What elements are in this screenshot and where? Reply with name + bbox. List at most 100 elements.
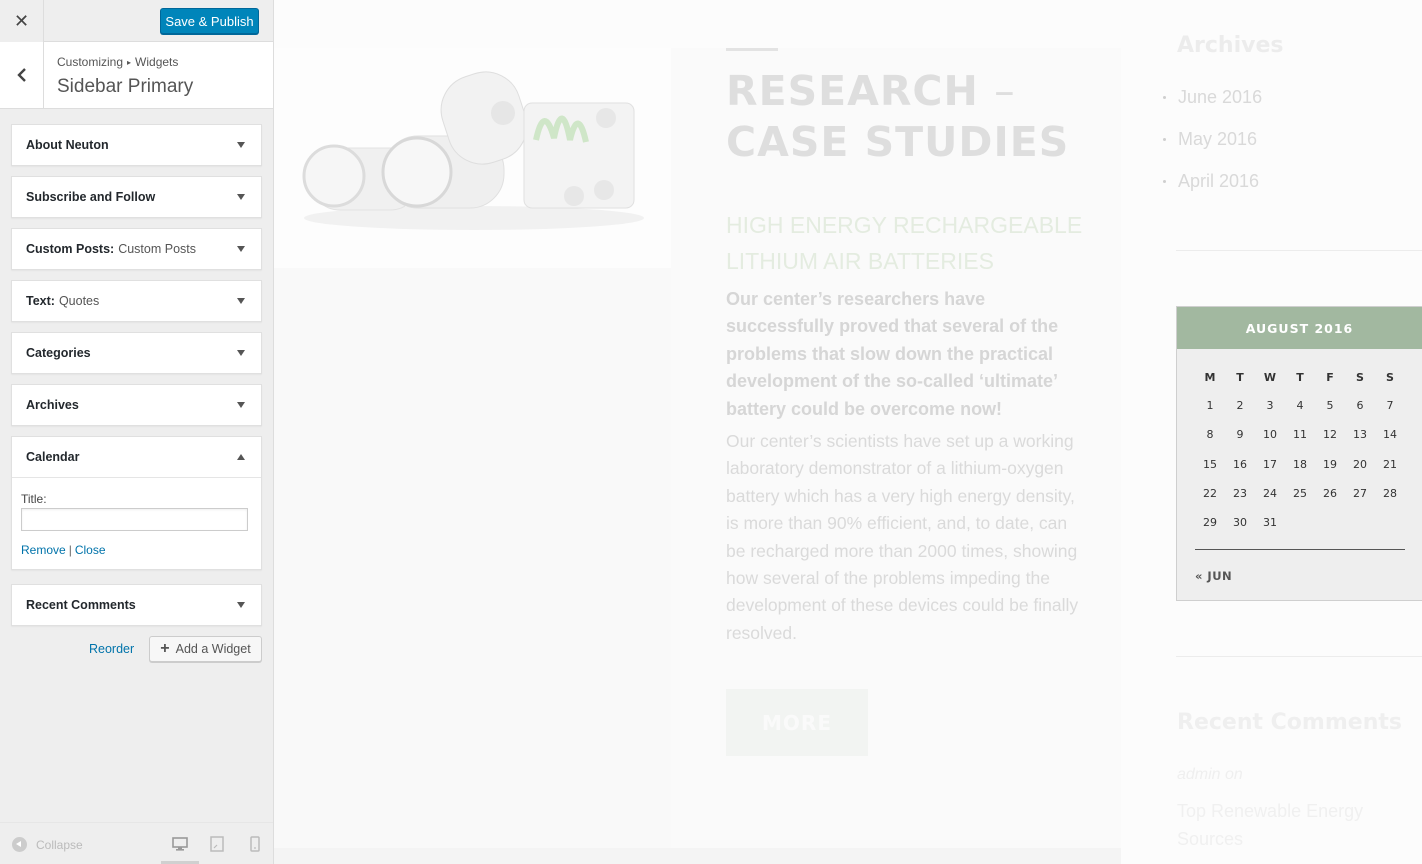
widget-calendar[interactable]: Calendar Title: Remove | Close <box>11 436 262 570</box>
widget-title: Categories <box>26 346 91 360</box>
collapse-button[interactable]: Collapse <box>12 837 83 852</box>
post-title-line2: CASE STUDIES <box>726 118 1070 166</box>
calendar-day: 30 <box>1233 516 1247 530</box>
calendar-day: 31 <box>1263 516 1277 530</box>
weekday: T <box>1296 370 1304 384</box>
collapse-label: Collapse <box>36 837 83 852</box>
calendar-week-row: 29 30 31 <box>1195 508 1405 537</box>
widget-header[interactable]: Text: Quotes <box>12 281 261 321</box>
close-widget-link[interactable]: Close <box>75 543 106 557</box>
calendar-day: 12 <box>1323 428 1337 442</box>
widget-subscribe-and-follow[interactable]: Subscribe and Follow <box>11 176 262 218</box>
calendar-day: 17 <box>1263 457 1277 471</box>
calendar-prev-month-link[interactable]: « JUN <box>1195 569 1232 583</box>
widget-subtitle: Quotes <box>58 294 100 308</box>
expand-arrow-icon[interactable] <box>237 298 245 304</box>
widget-controls: Remove | Close <box>21 543 252 557</box>
customizer-topbar: ✕ Save & Publish <box>0 0 273 42</box>
widget-title: Text: <box>26 294 55 308</box>
widget-header[interactable]: Subscribe and Follow <box>12 177 261 217</box>
widget-categories[interactable]: Categories <box>11 332 262 374</box>
archive-item[interactable]: April 2016 <box>1163 171 1259 192</box>
title-input[interactable] <box>21 508 248 531</box>
widget-title: Custom Posts: <box>26 242 115 256</box>
breadcrumb-separator-icon: ▸ <box>127 57 132 67</box>
expand-arrow-icon[interactable] <box>237 602 245 608</box>
calendar-week-row: 15 16 17 18 19 20 21 <box>1195 450 1405 479</box>
archive-link[interactable]: June 2016 <box>1178 87 1262 108</box>
expand-arrow-icon[interactable] <box>237 194 245 200</box>
widget-title: About Neuton <box>26 138 109 152</box>
weekday: F <box>1326 370 1334 384</box>
calendar-week-row: 8 9 10 11 12 13 14 <box>1195 420 1405 449</box>
tablet-icon[interactable] <box>208 835 226 853</box>
calendar-day: 29 <box>1203 516 1217 530</box>
archive-item[interactable]: June 2016 <box>1163 87 1262 108</box>
widget-header[interactable]: Calendar <box>12 437 261 477</box>
preview-left-column <box>274 48 671 848</box>
post-title[interactable]: RESEARCH – CASE STUDIES <box>726 66 1126 168</box>
calendar-day: 22 <box>1203 487 1217 501</box>
link-separator: | <box>68 543 72 557</box>
calendar-day: 25 <box>1293 487 1307 501</box>
widget-header[interactable]: Categories <box>12 333 261 373</box>
calendar-day: 28 <box>1383 487 1397 501</box>
widget-header[interactable]: Recent Comments <box>12 585 261 625</box>
remove-widget-link[interactable]: Remove <box>21 543 66 557</box>
calendar-day: 26 <box>1323 487 1337 501</box>
calendar-day: 9 <box>1236 428 1244 442</box>
plus-icon: + <box>160 640 170 657</box>
weekday: T <box>1236 370 1244 384</box>
archive-item[interactable]: May 2016 <box>1163 129 1257 150</box>
comment-post-link[interactable]: Top Renewable Energy Sources <box>1177 797 1397 853</box>
widget-archives[interactable]: Archives <box>11 384 262 426</box>
expand-arrow-icon[interactable] <box>237 402 245 408</box>
expand-arrow-icon[interactable] <box>237 350 245 356</box>
add-widget-button[interactable]: + Add a Widget <box>149 636 262 662</box>
title-accent-line <box>726 48 778 51</box>
archive-link[interactable]: May 2016 <box>1178 129 1257 150</box>
close-icon: ✕ <box>13 10 30 31</box>
widget-header[interactable]: Custom Posts: Custom Posts <box>12 229 261 269</box>
widget-text-quotes[interactable]: Text: Quotes <box>11 280 262 322</box>
widget-header[interactable]: Archives <box>12 385 261 425</box>
expand-arrow-icon[interactable] <box>237 246 245 252</box>
breadcrumb-item: Customizing <box>57 55 124 69</box>
recent-comments-title: Recent Comments <box>1177 710 1402 735</box>
widget-about-neuton[interactable]: About Neuton <box>11 124 262 166</box>
calendar-day: 16 <box>1233 457 1247 471</box>
title-field-label: Title: <box>21 492 47 506</box>
widget-recent-comments[interactable]: Recent Comments <box>11 584 262 626</box>
archives-widget-title: Archives <box>1177 33 1284 58</box>
widget-header[interactable]: About Neuton <box>12 125 261 165</box>
calendar-day: 11 <box>1293 428 1307 442</box>
bullet-icon <box>1163 138 1166 141</box>
calendar-widget: AUGUST 2016 M T W T F S S 1 2 3 4 5 6 7 8 9 10 11 1… <box>1176 306 1422 601</box>
reorder-link[interactable]: Reorder <box>89 642 134 656</box>
more-button[interactable]: MORE <box>726 689 868 756</box>
expand-arrow-icon[interactable] <box>237 142 245 148</box>
desktop-icon[interactable] <box>171 835 189 853</box>
bullet-icon <box>1163 180 1166 183</box>
widget-title: Archives <box>26 398 79 412</box>
calendar-weekday-row: M T W T F S S <box>1195 363 1405 391</box>
widget-custom-posts[interactable]: Custom Posts: Custom Posts <box>11 228 262 270</box>
chevron-left-icon <box>16 68 26 82</box>
collapse-arrow-icon[interactable] <box>237 454 245 460</box>
section-title: Sidebar Primary <box>57 76 194 97</box>
widget-title: Calendar <box>26 450 80 464</box>
calendar-day: 1 <box>1206 399 1214 413</box>
calendar-day: 19 <box>1323 457 1337 471</box>
weekday: S <box>1356 370 1364 384</box>
weekday: M <box>1204 370 1216 384</box>
weekday: W <box>1263 370 1277 384</box>
mobile-icon[interactable] <box>246 835 264 853</box>
back-button[interactable] <box>0 42 44 108</box>
calendar-week-row: 1 2 3 4 5 6 7 <box>1195 391 1405 420</box>
save-publish-button[interactable]: Save & Publish <box>160 8 259 34</box>
archive-link[interactable]: April 2016 <box>1178 171 1259 192</box>
calendar-days: 1 2 3 4 5 6 7 8 9 10 11 12 13 14 15 16 17 18 19 20 21 22 23 24 2… <box>1195 391 1405 537</box>
close-customizer-button[interactable]: ✕ <box>0 0 44 42</box>
breadcrumb: Customizing ▸ Widgets <box>57 55 178 69</box>
calendar-day: 4 <box>1296 399 1304 413</box>
